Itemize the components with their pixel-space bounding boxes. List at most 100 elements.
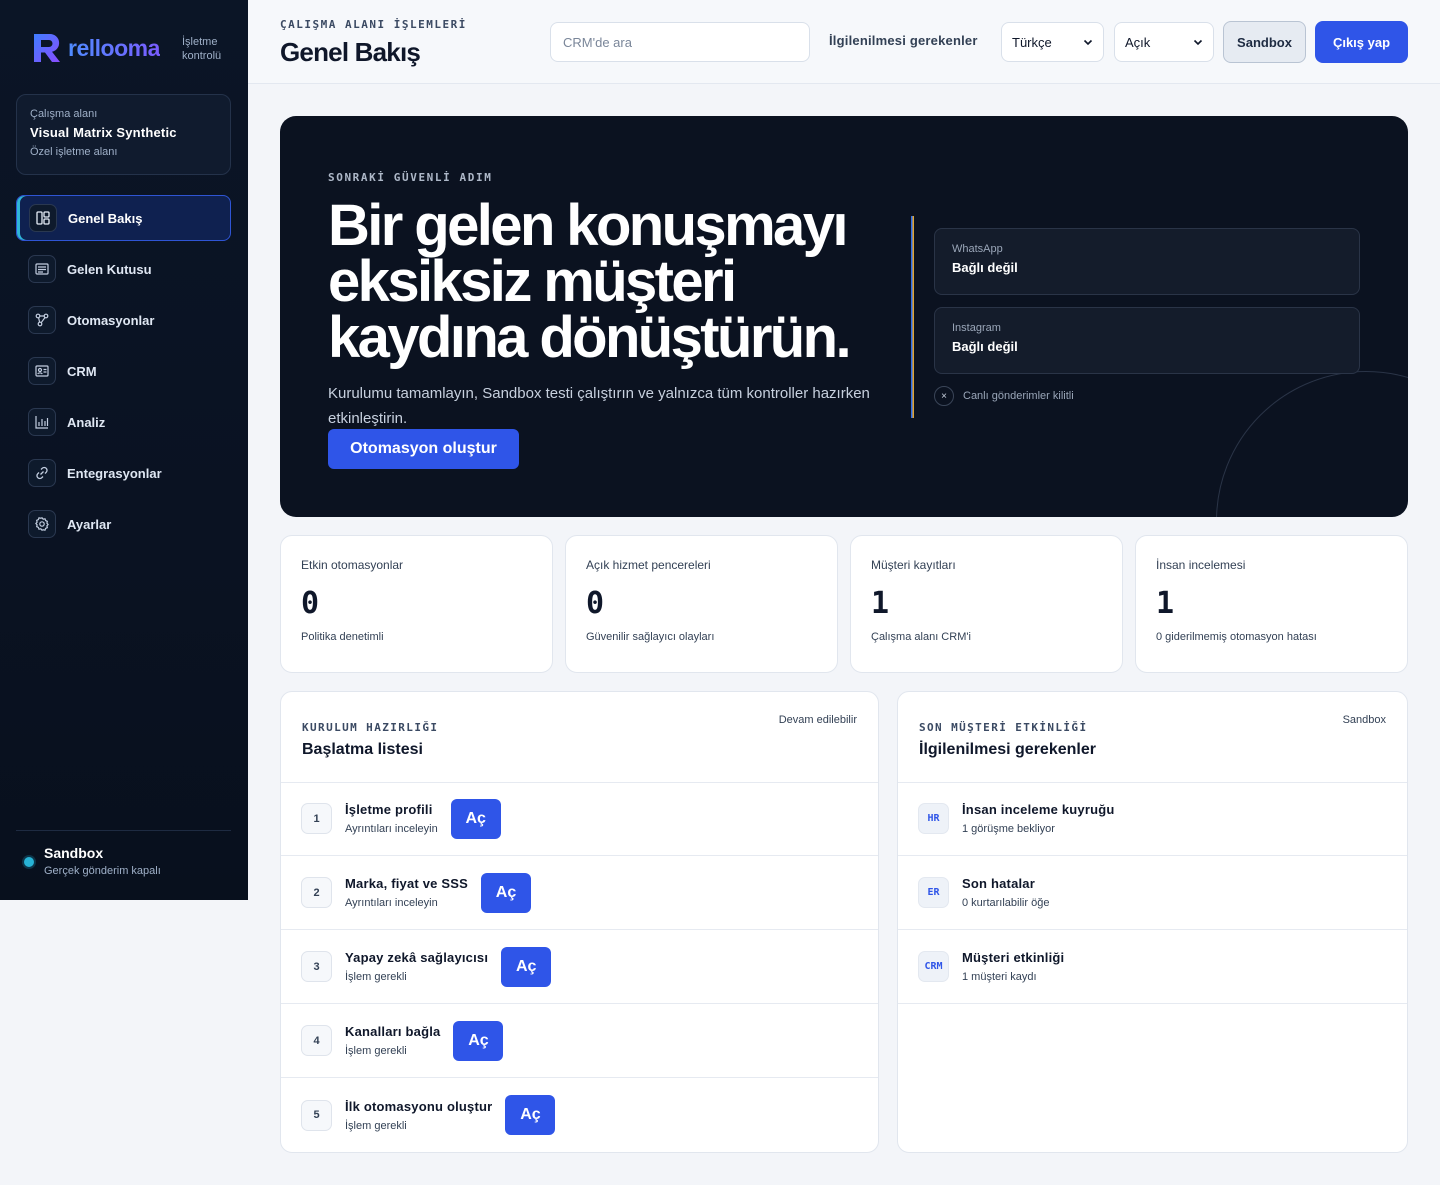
sidebar-item-label: Ayarlar [67,516,112,532]
contact-card-icon [28,357,56,385]
workspace-label: Çalışma alanı [30,108,98,120]
checklist-item: 4 Kanalları bağla İşlem gerekli Aç [281,1004,878,1078]
workspace-name: Visual Matrix Synthetic [30,125,177,140]
sidebar-item-automations[interactable]: Otomasyonlar [16,297,231,343]
activity-item-detail: 0 kurtarılabilir öğe [962,897,1050,909]
close-icon: × [934,386,954,406]
hero-panel: SONRAKİ GÜVENLİ ADIM Bir gelen konuşmayı… [280,116,1408,517]
stat-value: 0 [301,586,320,621]
workspace-card[interactable]: Çalışma alanı Visual Matrix Synthetic Öz… [16,94,231,175]
checklist-item-title: İlk otomasyonu oluştur [345,1098,493,1114]
open-button[interactable]: Aç [501,946,552,987]
activity-badge: HR [918,803,949,834]
activity-item-customer[interactable]: CRM Müşteri etkinliği 1 müşteri kaydı [898,930,1407,1004]
panel-tag: Sandbox [1342,714,1386,726]
activity-item-title: İnsan inceleme kuyruğu [962,802,1115,817]
brand-subtitle: İşletme kontrolü [182,35,221,63]
channel-name: Instagram [952,322,1001,334]
language-select[interactable]: Türkçe [1001,22,1104,62]
workspace-type: Özel işletme alanı [30,146,118,158]
stat-label: Etkin otomasyonlar [301,558,404,572]
gear-icon [28,510,56,538]
checklist-item-status: Ayrıntıları inceleyin [345,897,438,909]
stat-card-customer-records: Müşteri kayıtları 1 Çalışma alanı CRM'i [850,535,1123,673]
activity-item-title: Müşteri etkinliği [962,950,1065,965]
sidebar-item-crm[interactable]: CRM [16,348,231,394]
checklist-item-status: İşlem gerekli [345,1119,407,1132]
environment-indicator: Sandbox Gerçek gönderim kapalı [24,845,161,877]
sandbox-button[interactable]: Sandbox [1223,21,1306,63]
open-button[interactable]: Aç [481,872,532,913]
hero-description: Kurulumu tamamlayın, Sandbox testi çalış… [328,385,870,427]
channel-status: Bağlı değil [952,339,1018,354]
logout-button[interactable]: Çıkış yap [1315,21,1408,63]
brand-name: rellooma [68,34,160,61]
brand-logo[interactable]: rellooma [30,30,160,66]
stat-value: 1 [871,586,890,621]
checklist-item: 2 Marka, fiyat ve SSS Ayrıntıları incele… [281,856,878,930]
sidebar-nav: Genel Bakış Gelen Kutusu Otomasyonlar CR… [16,195,231,552]
checklist-item-status: Ayrıntıları inceleyin [345,823,438,835]
sidebar-item-overview[interactable]: Genel Bakış [16,195,231,241]
channel-card-whatsapp[interactable]: WhatsApp Bağlı değil [934,228,1360,295]
link-icon [28,459,56,487]
sidebar-item-inbox[interactable]: Gelen Kutusu [16,246,231,292]
create-automation-button[interactable]: Otomasyon oluştur [328,429,519,469]
checklist-item-title: Kanalları bağla [345,1024,441,1039]
step-number: 2 [301,877,332,908]
stat-value: 1 [1156,586,1175,621]
open-button[interactable]: Aç [505,1095,556,1135]
sidebar-item-settings[interactable]: Ayarlar [16,501,231,547]
theme-select[interactable]: Açık [1114,22,1214,62]
attention-link[interactable]: İlgilenilmesi gerekenler [829,33,978,48]
bar-chart-icon [28,408,56,436]
step-number: 4 [301,1025,332,1056]
search-input[interactable] [550,22,810,62]
open-button[interactable]: Aç [450,798,501,839]
panel-tag: Devam edilebilir [778,714,857,726]
environment-name: Sandbox [44,845,104,861]
live-send-lock: × Canlı gönderimler kilitli [934,386,1074,406]
checklist-item: 3 Yapay zekâ sağlayıcısı İşlem gerekli A… [281,930,878,1004]
panel-title: İlgilenilmesi gerekenler [919,741,1096,758]
activity-item-human-review[interactable]: HR İnsan inceleme kuyruğu 1 görüşme bekl… [898,782,1407,856]
dashboard-icon [29,204,57,232]
status-dot [24,857,34,867]
workflow-icon [28,306,56,334]
stat-card-human-review: İnsan incelemesi 1 0 giderilmemiş otomas… [1135,535,1408,673]
lock-text: Canlı gönderimler kilitli [963,390,1074,402]
panel-title: Başlatma listesi [302,741,423,758]
stat-label: İnsan incelemesi [1156,558,1246,572]
checklist-item-status: İşlem gerekli [345,1045,407,1057]
channel-status: Bağlı değil [952,260,1018,275]
sidebar-item-label: CRM [67,363,97,379]
accent-bar [911,216,914,418]
activity-item-title: Son hatalar [962,876,1035,891]
panel-kicker: SON MÜŞTERİ ETKİNLİĞİ [919,721,1088,734]
channel-card-instagram[interactable]: Instagram Bağlı değil [934,307,1360,374]
stat-label: Müşteri kayıtları [871,558,956,572]
activity-badge: ER [918,877,949,908]
environment-description: Gerçek gönderim kapalı [44,865,161,877]
stat-value: 0 [586,586,605,621]
hero-kicker: SONRAKİ GÜVENLİ ADIM [328,171,493,184]
sidebar-item-label: Entegrasyonlar [67,465,162,481]
sidebar-item-integrations[interactable]: Entegrasyonlar [16,450,231,496]
checklist-item-status: İşlem gerekli [345,971,407,983]
activity-item-detail: 1 müşteri kaydı [962,971,1037,983]
channel-name: WhatsApp [952,243,1003,255]
chevron-down-icon [1193,39,1203,46]
theme-select-value: Açık [1125,34,1151,50]
stat-note: 0 giderilmemiş otomasyon hatası [1156,631,1317,643]
customer-activity-panel: SON MÜŞTERİ ETKİNLİĞİ İlgilenilmesi gere… [897,691,1408,1153]
header-kicker: ÇALIŞMA ALANI İŞLEMLERİ [280,18,467,31]
activity-item-detail: 1 görüşme bekliyor [962,823,1055,835]
hero-title: Bir gelen konuşmayı eksiksiz müşteri kay… [328,193,852,370]
activity-item-errors[interactable]: ER Son hatalar 0 kurtarılabilir öğe [898,856,1407,930]
step-number: 3 [301,951,332,982]
checklist-item: 1 İşletme profili Ayrıntıları inceleyin … [281,782,878,856]
step-number: 1 [301,803,332,834]
top-header: ÇALIŞMA ALANI İŞLEMLERİ Genel Bakış İlgi… [248,0,1440,84]
open-button[interactable]: Aç [453,1020,504,1061]
sidebar-item-analytics[interactable]: Analiz [16,399,231,445]
